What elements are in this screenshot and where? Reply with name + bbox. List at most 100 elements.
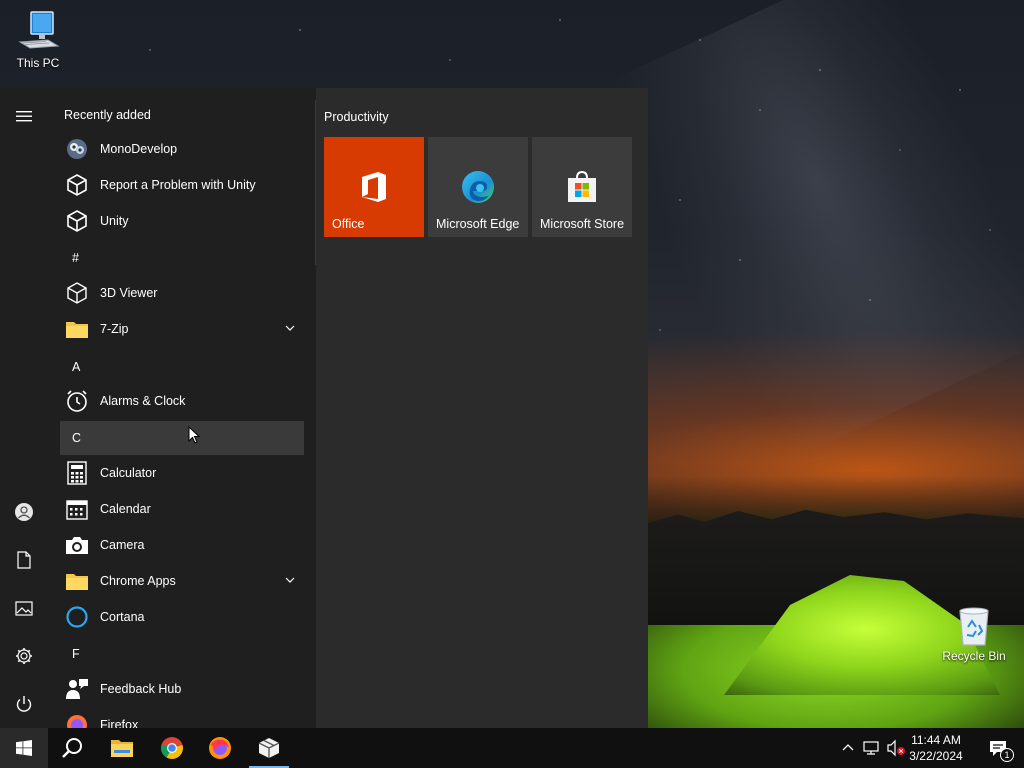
hamburger-menu-icon xyxy=(16,111,32,122)
clock-date: 3/22/2024 xyxy=(909,749,963,763)
computer-icon xyxy=(18,10,60,52)
power-button[interactable] xyxy=(0,680,48,728)
clock[interactable]: 11:44 AM 3/22/2024 xyxy=(904,732,968,764)
expand-menu-button[interactable] xyxy=(0,92,48,140)
monodevelop-icon xyxy=(64,136,90,162)
clock-time: 11:44 AM xyxy=(911,733,961,747)
app-label: MonoDevelop xyxy=(100,142,178,156)
chevron-up-icon[interactable] xyxy=(842,742,854,752)
app-item-report-problem-unity[interactable]: Report a Problem with Unity xyxy=(60,168,304,202)
app-item-firefox[interactable]: Firefox xyxy=(60,708,304,728)
app-label: Chrome Apps xyxy=(100,574,176,588)
app-item-3d-viewer[interactable]: 3D Viewer xyxy=(60,276,304,310)
taskbar-chrome[interactable] xyxy=(148,728,196,768)
cortana-icon xyxy=(64,604,90,630)
unity-icon xyxy=(64,208,90,234)
firefox-icon xyxy=(209,737,231,759)
app-item-calendar[interactable]: Calendar xyxy=(60,492,304,526)
settings-icon xyxy=(16,648,32,664)
calendar-icon xyxy=(64,496,90,522)
mouse-cursor-icon xyxy=(188,426,200,444)
feedback-hub-icon xyxy=(64,676,90,702)
app-label: Feedback Hub xyxy=(100,682,182,696)
app-label: Unity xyxy=(100,214,129,228)
app-label: Firefox xyxy=(100,718,139,728)
volume-muted-icon[interactable] xyxy=(886,739,906,757)
app-label: Camera xyxy=(100,538,145,552)
app-label: 7-Zip xyxy=(100,322,129,336)
settings-button[interactable] xyxy=(0,632,48,680)
folder-icon xyxy=(64,568,90,594)
search-button[interactable] xyxy=(48,728,96,768)
tile-label: Office xyxy=(332,217,365,231)
tile-microsoft-store[interactable]: Microsoft Store xyxy=(532,137,632,237)
camera-icon xyxy=(64,532,90,558)
tile-label: Microsoft Edge xyxy=(436,217,520,231)
folder-icon xyxy=(64,316,90,342)
action-center-button[interactable]: 1 xyxy=(988,738,1014,762)
app-label: 3D Viewer xyxy=(100,286,158,300)
desktop-icon-label: Recycle Bin xyxy=(942,649,1006,663)
taskbar-firefox[interactable] xyxy=(196,728,244,768)
app-label: Alarms & Clock xyxy=(100,394,186,408)
taskbar-package-app[interactable] xyxy=(245,728,293,768)
chevron-down-icon[interactable] xyxy=(284,574,296,586)
start-menu: Recently added MonoDevelop Report a Prob… xyxy=(0,88,648,728)
chevron-down-icon[interactable] xyxy=(284,322,296,334)
store-icon xyxy=(568,170,596,202)
windows-start-icon xyxy=(16,740,32,756)
alarm-clock-icon xyxy=(64,388,90,414)
network-icon[interactable] xyxy=(862,740,880,756)
cube-3d-icon xyxy=(64,280,90,306)
app-item-camera[interactable]: Camera xyxy=(60,528,304,562)
app-item-unity[interactable]: Unity xyxy=(60,204,304,238)
letter-label: F xyxy=(72,647,80,661)
search-icon xyxy=(62,738,82,758)
app-folder-chrome-apps[interactable]: Chrome Apps xyxy=(60,564,304,598)
taskbar-file-explorer[interactable] xyxy=(98,728,146,768)
user-account-button[interactable] xyxy=(0,488,48,536)
user-account-icon xyxy=(15,503,33,521)
app-item-monodevelop[interactable]: MonoDevelop xyxy=(60,132,304,166)
desktop-icon-recycle-bin[interactable]: Recycle Bin xyxy=(936,603,1012,663)
app-label: Report a Problem with Unity xyxy=(100,178,256,192)
letter-label: # xyxy=(72,251,79,265)
tile-group-title: Productivity xyxy=(324,110,389,124)
start-button[interactable] xyxy=(0,728,48,768)
app-list[interactable]: Recently added MonoDevelop Report a Prob… xyxy=(48,88,316,728)
tile-label: Microsoft Store xyxy=(540,217,625,231)
unity-icon xyxy=(64,172,90,198)
app-item-calculator[interactable]: Calculator xyxy=(60,456,304,490)
app-folder-7zip[interactable]: 7-Zip xyxy=(60,312,304,346)
calculator-icon xyxy=(64,460,90,486)
taskbar: 11:44 AM 3/22/2024 1 xyxy=(0,728,1024,768)
tile-microsoft-edge[interactable]: Microsoft Edge xyxy=(428,137,528,237)
tile-office[interactable]: Office xyxy=(324,137,424,237)
pictures-icon xyxy=(15,600,33,616)
chrome-icon xyxy=(160,737,183,759)
letter-label: C xyxy=(72,431,82,445)
desktop-icon-this-pc[interactable]: This PC xyxy=(0,10,76,70)
edge-icon xyxy=(462,171,494,203)
letter-header-c[interactable]: C xyxy=(60,421,304,455)
app-label: Cortana xyxy=(100,610,145,624)
firefox-icon xyxy=(64,712,90,728)
app-item-feedback-hub[interactable]: Feedback Hub xyxy=(60,672,304,706)
recycle-bin-icon xyxy=(954,603,994,646)
panel-divider xyxy=(315,100,316,265)
notification-badge: 1 xyxy=(1000,748,1014,762)
app-label: Calculator xyxy=(100,466,157,480)
letter-header-f[interactable]: F xyxy=(60,637,304,671)
start-rail xyxy=(0,88,48,728)
power-icon xyxy=(16,696,32,712)
letter-header-hash[interactable]: # xyxy=(60,241,304,275)
recently-added-title: Recently added xyxy=(64,108,151,122)
pictures-button[interactable] xyxy=(0,584,48,632)
app-label: Calendar xyxy=(100,502,151,516)
documents-button[interactable] xyxy=(0,536,48,584)
desktop-icon-label: This PC xyxy=(16,56,60,70)
app-item-alarms-clock[interactable]: Alarms & Clock xyxy=(60,384,304,418)
letter-header-a[interactable]: A xyxy=(60,350,304,384)
package-app-icon xyxy=(258,738,280,758)
app-item-cortana[interactable]: Cortana xyxy=(60,600,304,634)
